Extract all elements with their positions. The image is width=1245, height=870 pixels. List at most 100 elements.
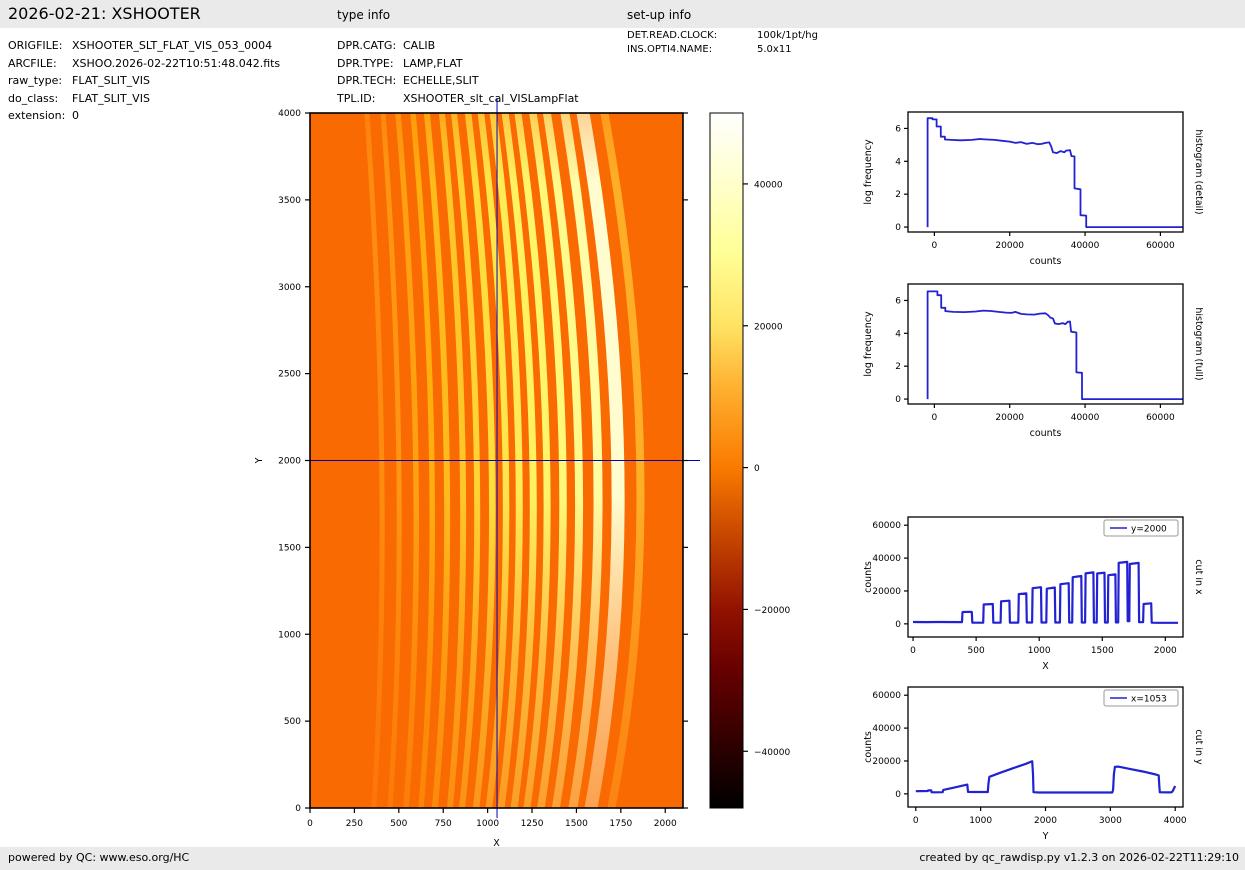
y-tick-label: 60000 <box>872 521 901 531</box>
info-value: ECHELLE,SLIT <box>403 74 479 87</box>
info-row: do_class: FLAT_SLIT_VIS <box>8 90 280 108</box>
x-axis-label: counts <box>1030 256 1062 267</box>
x-tick-label: 3000 <box>1099 816 1122 826</box>
y-tick-label: 40000 <box>872 724 901 734</box>
footer-powered-by: powered by QC: www.eso.org/HC <box>8 851 190 864</box>
info-label: INS.OPTI4.NAME: <box>627 43 713 55</box>
y-tick-label: 1000 <box>278 630 301 640</box>
y-tick-label: 3500 <box>278 196 301 206</box>
x-tick-label: 0 <box>307 819 313 829</box>
footer-created-by: created by qc_rawdisp.py v1.2.3 on 2026-… <box>919 851 1239 864</box>
x-axis-label: counts <box>1030 428 1062 439</box>
info-label: ARCFILE: <box>8 56 57 70</box>
info-value: XSHOO.2026-02-22T10:51:48.042.fits <box>72 56 281 70</box>
info-label: DPR.TYPE: <box>337 56 394 70</box>
colorbar-tick-label: −20000 <box>754 606 790 616</box>
raw-image-svg: 0 250 500 750 1000 1250 1500 1750 20000500100015… <box>254 98 790 849</box>
info-value: FLAT_SLIT_VIS <box>72 91 150 105</box>
y-axis-label: log frequency <box>863 311 874 377</box>
info-label: extension: <box>8 109 66 122</box>
x-tick-label: 60000 <box>1146 241 1175 251</box>
y-tick-label: 4 <box>895 157 901 167</box>
colorbar-tick-label: 20000 <box>754 322 783 332</box>
x-tick-label: 1000 <box>1028 646 1051 656</box>
y-tick-label: 0 <box>895 223 901 233</box>
info-label: do_class: <box>8 91 59 105</box>
x-tick-label: 2000 <box>1154 646 1177 656</box>
data-series-line <box>926 290 1183 400</box>
histogram-detail-plot: 0 20000 40000 60000 0 2 4 6 counts log frequency h… <box>858 102 1204 277</box>
y-tick-label: 6 <box>895 296 901 306</box>
histogram_full-svg: 0 20000 40000 60000 0 2 4 6 counts log frequency h… <box>863 283 1204 439</box>
x-tick-label: 1500 <box>1091 646 1114 656</box>
info-label: raw_type: <box>8 74 63 87</box>
colorbar <box>709 112 744 809</box>
y-tick-label: 2 <box>895 362 901 372</box>
info-value: 100k/1pt/hg <box>757 30 818 41</box>
raw-image-plot: 0 250 500 750 1000 1250 1500 1750 2000 0 500 1000 15… <box>250 90 810 860</box>
legend-label: x=1053 <box>1131 695 1167 705</box>
histogram-full-plot: 0 20000 40000 60000 0 2 4 6 counts log frequency h… <box>858 274 1204 449</box>
x-tick-label: 1250 <box>521 819 544 829</box>
colorbar-tick-label: 0 <box>754 464 760 474</box>
histogram_detail-svg: 0 20000 40000 60000 0 2 4 6 counts log frequency h… <box>863 111 1204 267</box>
legend-label: y=2000 <box>1131 525 1167 535</box>
y-tick-label: 2 <box>895 190 901 200</box>
cut_in_x-svg: 0 500 1000 1500 20000200004000060000Xcounts c… <box>863 516 1204 672</box>
x-tick-label: 0 <box>910 646 916 656</box>
info-label: DPR.CATG: <box>337 39 397 52</box>
y-axis-label: counts <box>863 561 874 593</box>
y-tick-label: 3000 <box>278 283 301 293</box>
x-tick-label: 40000 <box>1071 413 1100 423</box>
x-tick-label: 1000 <box>476 819 499 829</box>
info-row: INS.OPTI4.NAME: 5.0x11 <box>627 43 818 57</box>
info-label: DET.READ.CLOCK: <box>627 30 718 41</box>
data-series-line <box>912 560 1178 624</box>
axes-frame <box>907 111 1184 233</box>
y-tick-label: 1500 <box>278 543 301 553</box>
x-tick-label: 1500 <box>565 819 588 829</box>
y-axis-label: counts <box>863 731 874 763</box>
footer-strip: powered by QC: www.eso.org/HC created by… <box>0 847 1245 870</box>
x-tick-label: 750 <box>435 819 452 829</box>
setup-info-block: DET.READ.CLOCK: 100k/1pt/hg INS.OPTI4.NAME… <box>627 29 818 56</box>
info-value: 5.0x11 <box>757 43 792 55</box>
x-tick-label: 500 <box>968 646 985 656</box>
cut-in-y-plot: 0 1000 2000 3000 4000 0 20000 40000 60000 Ycounts… <box>858 677 1204 852</box>
side-label: histogram (detail) <box>1193 129 1203 214</box>
data-series-line <box>926 117 1183 228</box>
info-row: DPR.TECH: ECHELLE,SLIT <box>337 72 579 90</box>
x-tick-label: 500 <box>390 819 407 829</box>
y-tick-label: 0 <box>895 395 901 405</box>
y-tick-label: 500 <box>284 717 301 727</box>
info-row: extension: 0 <box>8 107 280 125</box>
x-tick-label: 0 <box>932 413 938 423</box>
info-row: DPR.CATG: CALIB <box>337 37 579 55</box>
info-value: LAMP,FLAT <box>403 56 463 70</box>
y-tick-label: 20000 <box>872 757 901 767</box>
info-row: raw_type: FLAT_SLIT_VIS <box>8 72 280 90</box>
x-tick-label: 1750 <box>609 819 632 829</box>
y-tick-label: 4 <box>895 329 901 339</box>
info-row: DPR.TYPE: LAMP,FLAT <box>337 55 579 73</box>
info-value: 0 <box>72 109 79 122</box>
x-axis-label: X <box>1042 661 1049 672</box>
info-value: FLAT_SLIT_VIS <box>72 74 150 87</box>
y-tick-label: 6 <box>895 124 901 134</box>
data-series-line <box>915 760 1177 794</box>
file-info-block: ORIGFILE: XSHOOTER_SLT_FLAT_VIS_053_0004 A… <box>8 37 280 125</box>
info-row: ORIGFILE: XSHOOTER_SLT_FLAT_VIS_053_0004 <box>8 37 280 55</box>
y-tick-label: 2500 <box>278 370 301 380</box>
x-tick-label: 0 <box>932 241 938 251</box>
x-tick-label: 20000 <box>995 413 1024 423</box>
cut_in_y-svg: 0 1000 2000 3000 40000200004000060000Ycounts… <box>863 686 1204 842</box>
y-axis-label: log frequency <box>863 139 874 205</box>
side-label: histogram (full) <box>1193 307 1203 380</box>
y-tick-label: 2000 <box>278 457 301 467</box>
x-tick-label: 250 <box>346 819 363 829</box>
side-label: cut in x <box>1193 559 1203 595</box>
type-info-heading: type info <box>337 8 391 22</box>
cut-in-x-plot: 0 500 1000 1500 2000 0 20000 40000 60000 Xcounts c… <box>858 507 1204 682</box>
y-tick-label: 4000 <box>278 109 301 119</box>
x-tick-label: 1000 <box>969 816 992 826</box>
